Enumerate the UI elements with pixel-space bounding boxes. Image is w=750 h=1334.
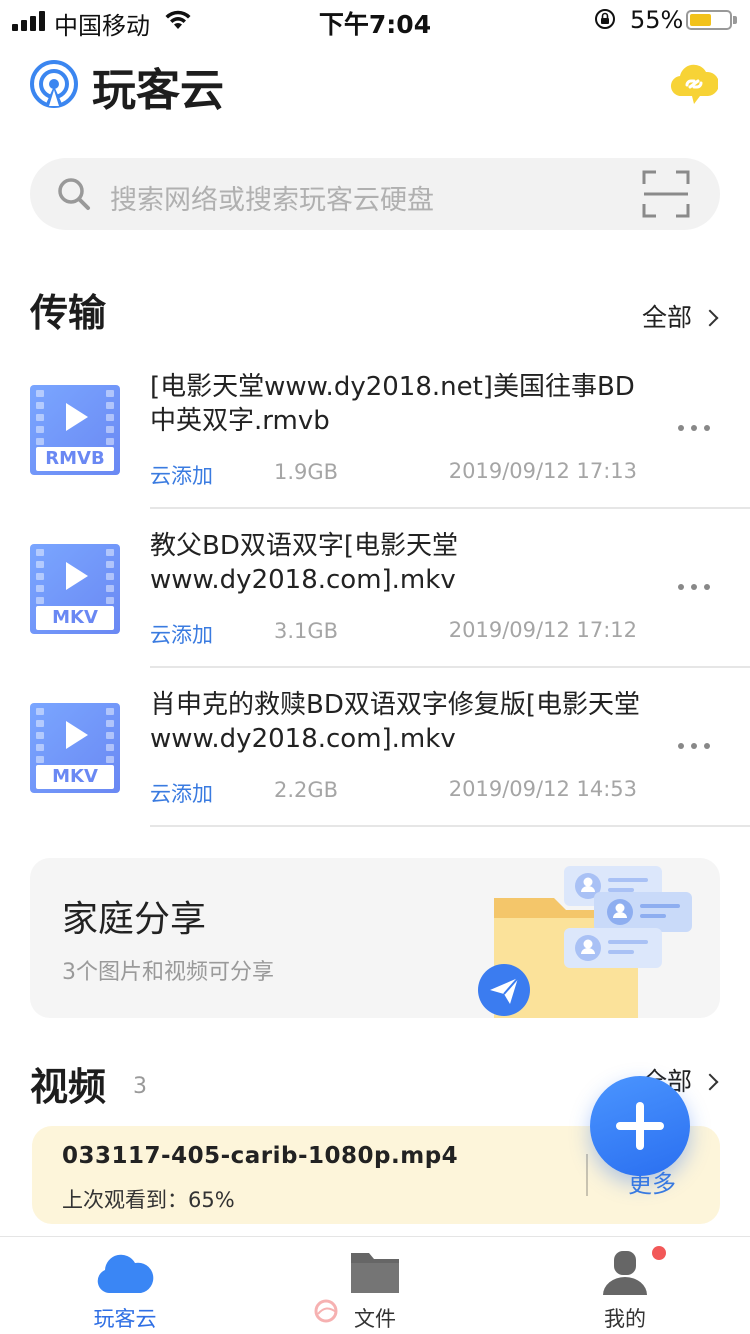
video-progress-text: 上次观看到：65% bbox=[62, 1188, 235, 1212]
family-share-card[interactable]: 家庭分享 3个图片和视频可分享 bbox=[30, 858, 720, 1018]
chevron-right-icon bbox=[701, 309, 719, 327]
family-share-subtitle: 3个图片和视频可分享 bbox=[62, 960, 274, 985]
user-icon bbox=[603, 1251, 647, 1295]
more-options-icon[interactable] bbox=[678, 741, 712, 751]
search-bar[interactable]: 搜索网络或搜索玩客云硬盘 bbox=[30, 158, 720, 230]
tab-me-label: 我的 bbox=[604, 1307, 646, 1331]
watermark-logo bbox=[314, 1299, 338, 1323]
shared-folder-illustration bbox=[478, 866, 692, 1018]
video-file-icon: MKV bbox=[30, 544, 120, 634]
file-ext-label: MKV bbox=[36, 606, 114, 630]
chevron-right-icon bbox=[701, 1073, 719, 1091]
transfer-item[interactable]: RMVB [电影天堂www.dy2018.net]美国往事BD中英双字.rmvb… bbox=[0, 350, 750, 509]
app-title: 玩客云 bbox=[92, 65, 224, 116]
notification-dot bbox=[652, 1246, 666, 1260]
file-source: 云添加 bbox=[150, 464, 213, 488]
file-name: [电影天堂www.dy2018.net]美国往事BD中英双字.rmvb bbox=[150, 372, 635, 436]
battery-tip bbox=[733, 16, 737, 24]
file-date: 2019/09/12 17:13 bbox=[448, 459, 637, 483]
battery-percent: 55% bbox=[630, 6, 684, 34]
tab-me[interactable]: 我的 bbox=[500, 1237, 750, 1334]
broadcast-logo-icon bbox=[30, 60, 78, 108]
add-button[interactable] bbox=[590, 1076, 690, 1176]
search-icon bbox=[58, 178, 90, 210]
scan-icon[interactable] bbox=[642, 170, 690, 218]
video-name: 033117-405-carib-1080p.mp4 bbox=[62, 1143, 459, 1169]
cloud-icon bbox=[97, 1254, 154, 1293]
file-name: 教父BD双语双字[电影天堂www.dy2018.com].mkv bbox=[150, 531, 459, 595]
tab-home[interactable]: 玩客云 bbox=[0, 1237, 250, 1334]
file-ext-label: MKV bbox=[36, 765, 114, 789]
transfer-item[interactable]: MKV 肖申克的救赎BD双语双字修复版[电影天堂www.dy2018.com].… bbox=[0, 668, 750, 827]
search-input[interactable]: 搜索网络或搜索玩客云硬盘 bbox=[110, 178, 434, 217]
status-bar: 中国移动 下午7:04 55% bbox=[0, 0, 750, 40]
tab-home-label: 玩客云 bbox=[93, 1307, 157, 1331]
transfer-section-title: 传输 bbox=[30, 291, 107, 335]
folder-icon bbox=[351, 1253, 399, 1293]
more-options-icon[interactable] bbox=[678, 423, 712, 433]
file-date: 2019/09/12 14:53 bbox=[448, 777, 637, 801]
file-size: 3.1GB bbox=[274, 619, 339, 643]
transfer-view-all-link[interactable]: 全部 bbox=[642, 298, 719, 334]
file-date: 2019/09/12 17:12 bbox=[448, 618, 637, 642]
divider bbox=[150, 825, 750, 827]
file-size: 2.2GB bbox=[274, 778, 339, 802]
video-file-icon: RMVB bbox=[30, 385, 120, 475]
divider bbox=[586, 1154, 588, 1196]
file-name: 肖申克的救赎BD双语双字修复版[电影天堂www.dy2018.com].mkv bbox=[150, 690, 641, 754]
file-source: 云添加 bbox=[150, 782, 213, 806]
battery-fill bbox=[690, 14, 711, 26]
more-options-icon[interactable] bbox=[678, 582, 712, 592]
videos-count: 3 bbox=[133, 1074, 147, 1099]
transfer-item[interactable]: MKV 教父BD双语双字[电影天堂www.dy2018.com].mkv 云添加… bbox=[0, 509, 750, 668]
family-share-title: 家庭分享 bbox=[62, 899, 207, 940]
battery-icon bbox=[686, 10, 732, 30]
transfer-view-all-label: 全部 bbox=[642, 303, 693, 332]
videos-section-title: 视频 bbox=[30, 1065, 107, 1109]
rotation-lock-icon bbox=[595, 9, 615, 29]
cloud-link-icon[interactable] bbox=[670, 60, 718, 106]
video-file-icon: MKV bbox=[30, 703, 120, 793]
file-size: 1.9GB bbox=[274, 460, 339, 484]
file-source: 云添加 bbox=[150, 623, 213, 647]
file-ext-label: RMVB bbox=[36, 447, 114, 471]
